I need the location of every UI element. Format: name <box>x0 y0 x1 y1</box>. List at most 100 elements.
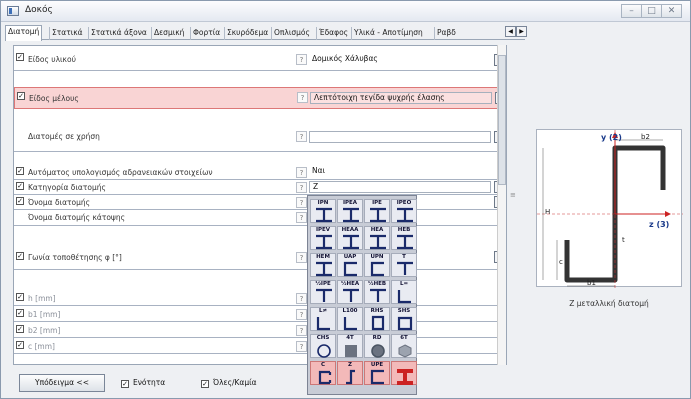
tab-soil[interactable]: Έδαφος <box>316 27 350 40</box>
palette-item-t[interactable]: T <box>391 253 417 277</box>
material-checkbox[interactable]: ✓ <box>16 53 24 61</box>
unit-checkbox[interactable]: ✓ Ενότητα <box>121 378 165 388</box>
tab-rebar[interactable]: Ραβδ <box>434 27 458 40</box>
member-type-help-icon[interactable]: ? <box>297 92 308 103</box>
palette-item-ipe[interactable]: ½IPE <box>310 280 336 304</box>
b1-help-icon[interactable]: ? <box>296 309 307 320</box>
palette-item-ipe[interactable]: IPE <box>364 199 390 223</box>
palette-item-label: 6T <box>400 335 408 341</box>
palette-item-ipn[interactable]: IPN <box>310 199 336 223</box>
sections-used-help-icon[interactable]: ? <box>296 131 307 142</box>
palette-item-hea[interactable]: ½HEA <box>337 280 363 304</box>
b1-checkbox[interactable]: ✓ <box>16 309 24 317</box>
b2-help-icon[interactable]: ? <box>296 325 307 336</box>
member-type-checkbox[interactable]: ✓ <box>17 92 25 100</box>
h-label: h [mm] <box>28 294 56 303</box>
tab-bar: Διατομή Στατικά Στατικά άξονα Δεσμική Φο… <box>5 25 527 41</box>
palette-item-uap[interactable]: UAP <box>337 253 363 277</box>
tab-static-axis[interactable]: Στατικά άξονα <box>88 27 149 40</box>
angle-checkbox[interactable]: ✓ <box>16 252 24 260</box>
palette-item-chs[interactable]: CHS <box>310 334 336 358</box>
scrollbar-thumb[interactable] <box>498 55 506 185</box>
row-member-type: ✓ Είδος μέλους ? Λεπτότοιχη τεγίδα ψυχρή… <box>14 87 506 109</box>
row-section-name-plan: Όνομα διατομής κάτοψης ? <box>14 210 506 226</box>
tab-scroll-right-icon[interactable]: ▶ <box>516 26 527 37</box>
unit-checkbox-box[interactable]: ✓ <box>121 380 129 388</box>
palette-item-heb[interactable]: HEB <box>391 226 417 250</box>
palette-item-upn[interactable]: UPN <box>364 253 390 277</box>
palette-item-label: HEAA <box>341 227 359 233</box>
palette-item-upe[interactable]: UPE <box>364 361 390 385</box>
material-value[interactable]: Δομικός Χάλυβας <box>309 54 489 66</box>
palette-item-label: IPE <box>372 200 382 206</box>
palette-item-heb[interactable]: ½HEB <box>364 280 390 304</box>
close-button[interactable]: ✕ <box>661 4 682 18</box>
section-name-label: Όνομα διατομής <box>28 198 91 207</box>
palette-item-label: T <box>402 254 406 260</box>
palette-item-ipeo[interactable]: IPEO <box>391 199 417 223</box>
section-name-checkbox[interactable]: ✓ <box>16 197 24 205</box>
auto-calc-value[interactable]: Ναι <box>309 166 489 178</box>
tab-section[interactable]: Διατομή <box>5 25 43 41</box>
tab-static[interactable]: Στατικά <box>49 27 85 40</box>
category-value[interactable]: Z <box>309 181 491 193</box>
category-checkbox[interactable]: ✓ <box>16 182 24 190</box>
h-help-icon[interactable]: ? <box>296 293 307 304</box>
palette-shape-icon <box>370 369 384 385</box>
palette-item-l100[interactable]: L100 <box>337 307 363 331</box>
section-name-plan-help-icon[interactable]: ? <box>296 212 307 223</box>
palette-item-hem[interactable]: HEM <box>310 253 336 277</box>
tab-materials[interactable]: Υλικά - Αποτίμηση <box>351 27 425 40</box>
c-checkbox[interactable]: ✓ <box>16 341 24 349</box>
tab-reinforcement[interactable]: Οπλισμός <box>271 27 312 40</box>
example-button[interactable]: Υπόδειγμα << <box>19 374 105 392</box>
preview-caption: Z μεταλλική διατομή <box>569 299 649 308</box>
splitter-grip-icon[interactable]: ≡ <box>510 191 516 199</box>
palette-item-6t[interactable]: 6T <box>391 334 417 358</box>
palette-item-hea[interactable]: HEA <box>364 226 390 250</box>
palette-shape-icon <box>397 369 413 385</box>
palette-item-profile[interactable] <box>391 361 417 385</box>
section-name-help-icon[interactable]: ? <box>296 197 307 208</box>
member-type-value[interactable]: Λεπτότοιχη τεγίδα ψυχρής έλασης <box>310 92 492 104</box>
unit-label: Ενότητα <box>133 378 166 387</box>
sections-used-value[interactable] <box>309 131 491 143</box>
panel-scrollbar[interactable] <box>497 45 506 365</box>
palette-item-heaa[interactable]: HEAA <box>337 226 363 250</box>
b2-checkbox[interactable]: ✓ <box>16 325 24 333</box>
palette-item-ipev[interactable]: IPEV <box>310 226 336 250</box>
palette-item-4t[interactable]: 4T <box>337 334 363 358</box>
palette-shape-icon <box>371 344 385 358</box>
palette-item-c[interactable]: C <box>310 361 336 385</box>
c-help-icon[interactable]: ? <box>296 341 307 352</box>
palette-item-shs[interactable]: SHS <box>391 307 417 331</box>
auto-calc-label: Αυτόματος υπολογισμός αδρανειακών στοιχε… <box>28 168 213 177</box>
palette-item-l[interactable]: L= <box>391 280 417 304</box>
material-help-icon[interactable]: ? <box>296 54 307 65</box>
palette-item-l[interactable]: L≠ <box>310 307 336 331</box>
row-angle: ✓ Γωνία τοποθέτησης φ [°] ? <box>14 244 506 270</box>
palette-shape-icon <box>397 261 413 275</box>
all-none-checkbox-box[interactable]: ✓ <box>201 380 209 388</box>
palette-item-ipea[interactable]: IPEA <box>337 199 363 223</box>
minimize-button[interactable]: – <box>621 4 642 18</box>
tab-scroll-left-icon[interactable]: ◀ <box>505 26 516 37</box>
palette-item-rd[interactable]: RD <box>364 334 390 358</box>
palette-item-label: L≠ <box>318 308 328 314</box>
palette-item-z[interactable]: Z <box>337 361 363 385</box>
palette-item-label: RD <box>372 335 382 341</box>
palette-item-rhs[interactable]: RHS <box>364 307 390 331</box>
tab-restraint[interactable]: Δεσμική <box>151 27 186 40</box>
tab-concrete[interactable]: Σκυρόδεμα <box>224 27 270 40</box>
auto-calc-checkbox[interactable]: ✓ <box>16 167 24 175</box>
all-none-checkbox[interactable]: ✓ Όλες/Καμία <box>201 378 257 388</box>
h-checkbox[interactable]: ✓ <box>16 293 24 301</box>
auto-calc-help-icon[interactable]: ? <box>296 167 307 178</box>
angle-help-icon[interactable]: ? <box>296 252 307 263</box>
palette-item-label: L= <box>399 281 409 287</box>
palette-item-label: HEA <box>370 227 384 233</box>
maximize-button[interactable]: □ <box>641 4 662 18</box>
tab-loads[interactable]: Φορτία <box>190 27 222 40</box>
category-help-icon[interactable]: ? <box>296 182 307 193</box>
palette-shape-icon <box>316 234 332 250</box>
